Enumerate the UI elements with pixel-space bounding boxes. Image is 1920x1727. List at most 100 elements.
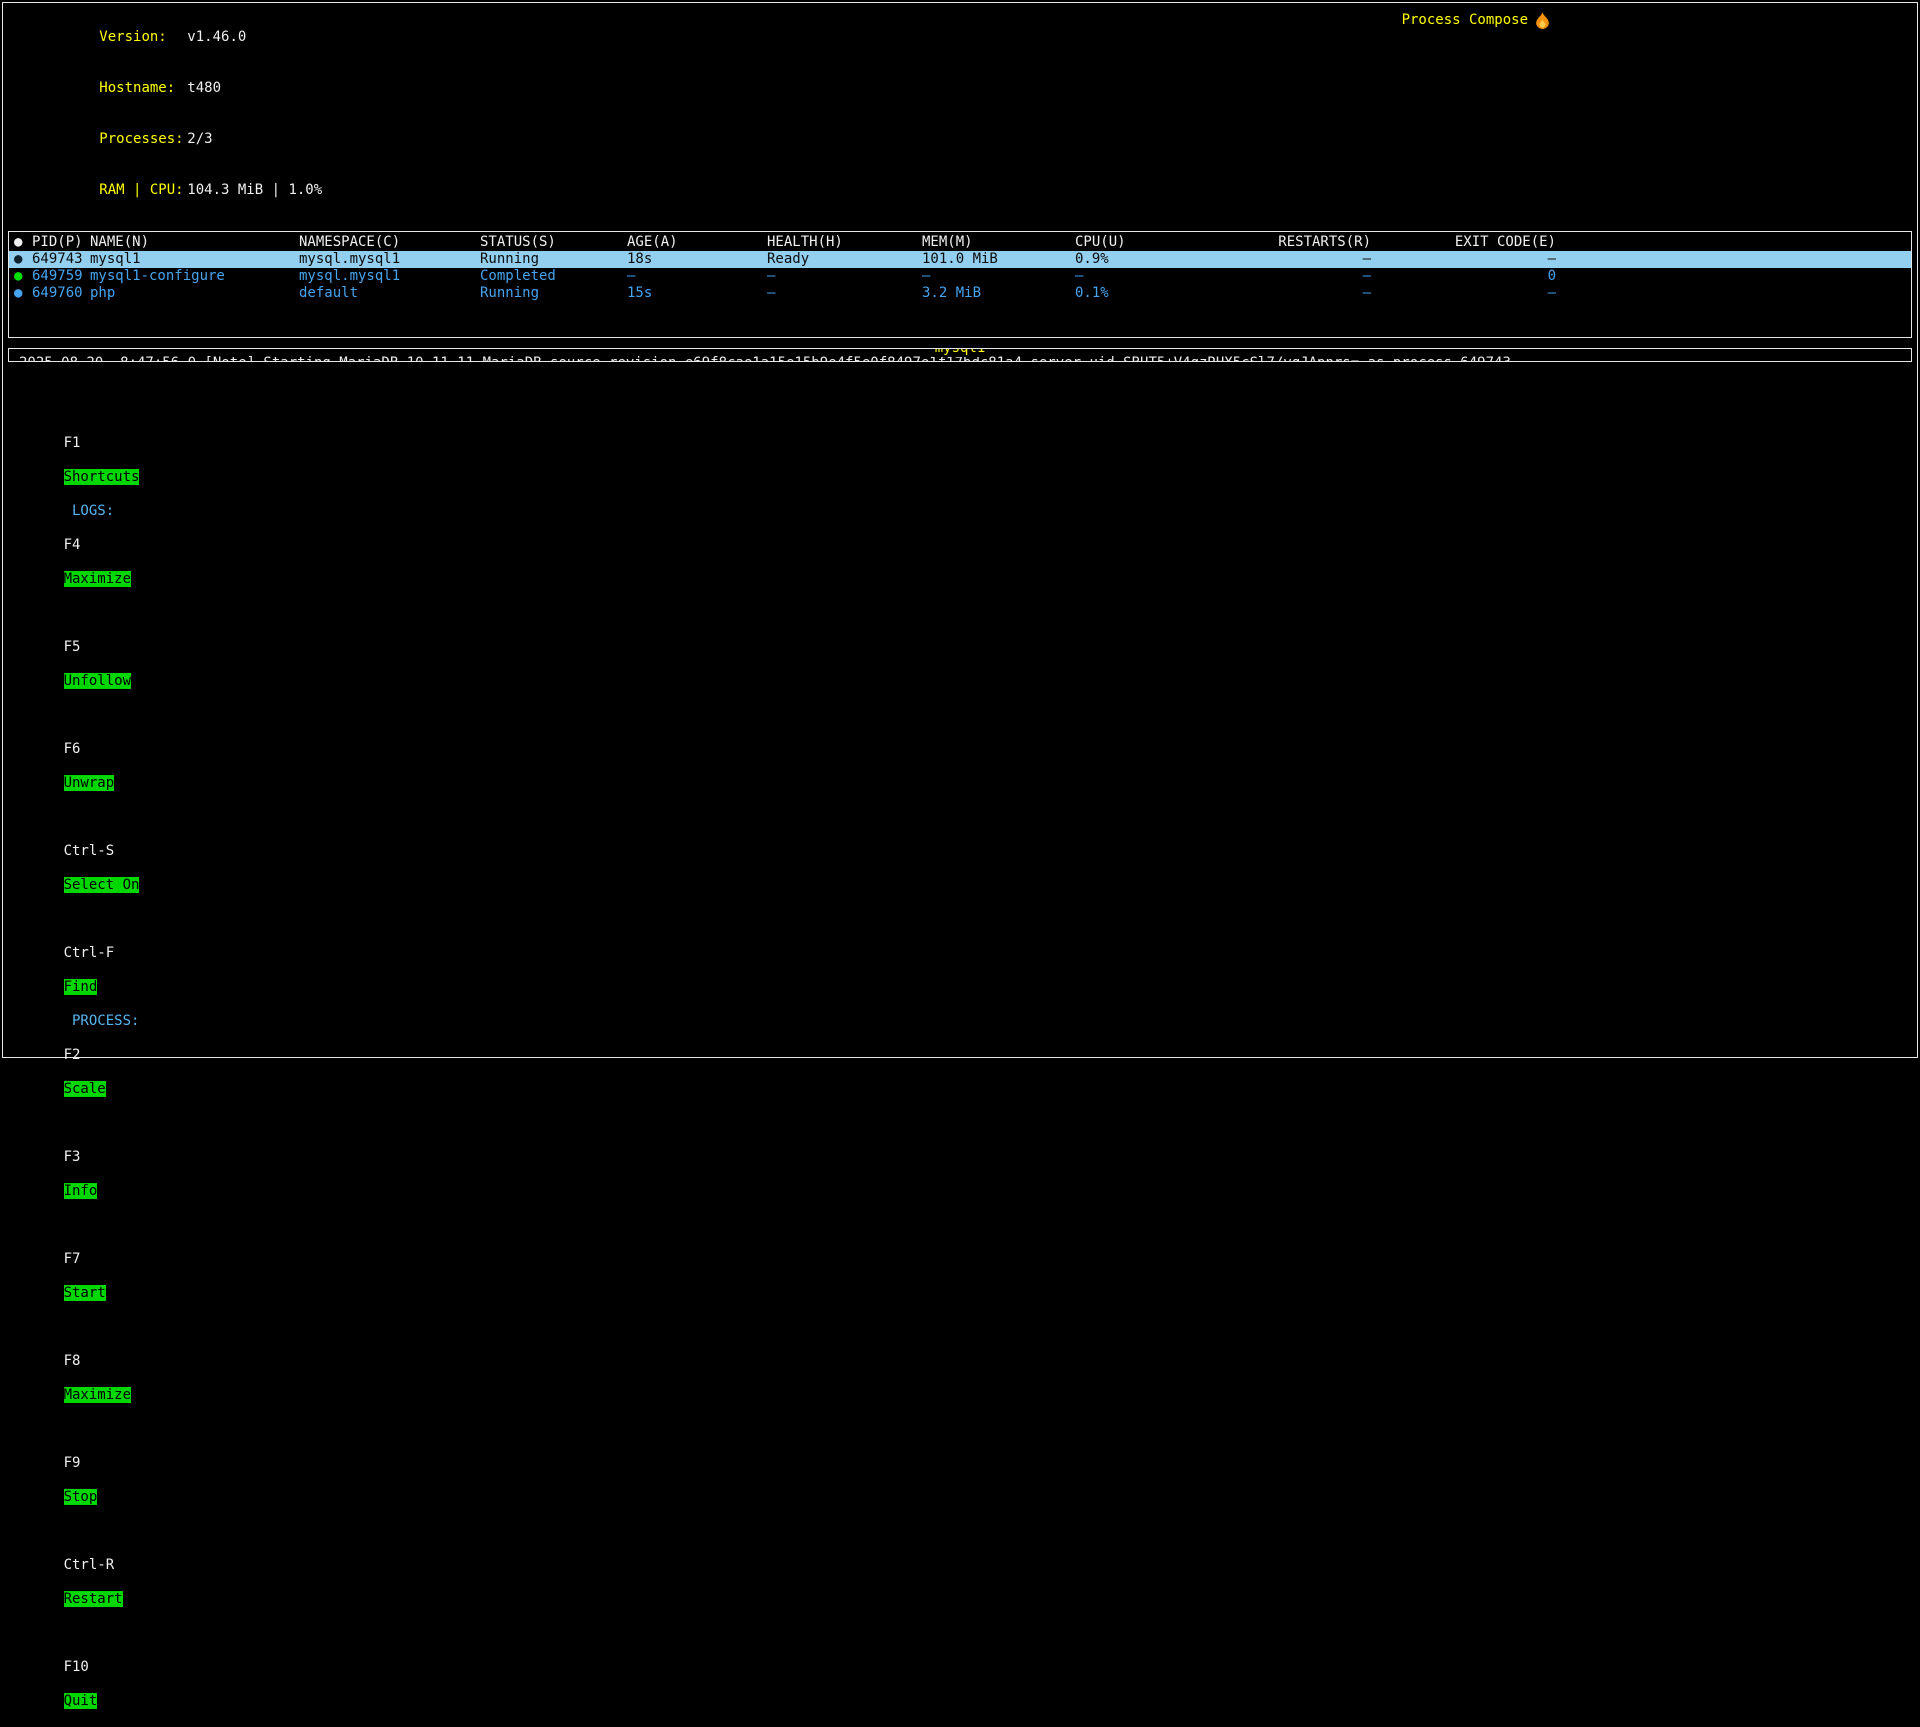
header-value: 104.3 MiB | 1.0% — [187, 182, 322, 198]
statusbar-segment: F5 — [64, 639, 81, 655]
header-value: v1.46.0 — [187, 29, 246, 45]
statusbar-segment — [64, 1523, 72, 1539]
statusbar-segment — [64, 707, 72, 723]
cell-status: Running — [480, 285, 627, 302]
header-info-row: RAM | CPU:104.3 MiB | 1.0% — [15, 165, 1905, 216]
header-value: t480 — [187, 80, 221, 96]
header-value: 2/3 — [187, 131, 212, 147]
statusbar-segment — [64, 1421, 72, 1437]
cell-exit-code: – — [1371, 251, 1556, 268]
header-info: Version:v1.46.0 Hostname:t480 Processes:… — [15, 12, 1905, 216]
cell-health: Ready — [767, 251, 922, 268]
process-status-dot: ● — [14, 251, 32, 268]
header-label: RAM | CPU: — [99, 182, 187, 199]
column-header-name[interactable]: NAME(N) — [90, 234, 299, 251]
cell-age: – — [627, 268, 767, 285]
process-table-body: ● 649743 mysql1 mysql.mysql1 Running 18s… — [9, 251, 1911, 302]
statusbar-segment — [64, 911, 72, 927]
statusbar-segment[interactable]: Unwrap — [64, 775, 115, 791]
statusbar-segment — [64, 809, 72, 825]
statusbar-segment: Ctrl-F — [64, 945, 115, 961]
cell-name: php — [90, 285, 299, 302]
cell-status: Completed — [480, 268, 627, 285]
header-label: Hostname: — [99, 80, 187, 97]
app-title: Process Compose — [1402, 12, 1528, 29]
cell-restarts: – — [1205, 251, 1371, 268]
column-header-age[interactable]: AGE(A) — [627, 234, 767, 251]
statusbar-segment: LOGS: — [64, 503, 123, 519]
statusbar-segment[interactable]: Select On — [64, 877, 140, 893]
column-header-health[interactable]: HEALTH(H) — [767, 234, 922, 251]
statusbar-segment[interactable]: Unfollow — [64, 673, 131, 689]
statusbar-segment[interactable]: Maximize — [64, 1387, 131, 1403]
statusbar-segment: F2 — [64, 1047, 81, 1063]
header-info-row: Version:v1.46.0 — [15, 12, 1905, 63]
statusbar-segment[interactable]: Start — [64, 1285, 106, 1301]
process-table: ● PID(P) NAME(N) NAMESPACE(C) STATUS(S) … — [8, 231, 1912, 338]
cell-health: – — [767, 268, 922, 285]
cell-exit-code: 0 — [1371, 268, 1556, 285]
statusbar-segment[interactable]: Maximize — [64, 571, 131, 587]
flame-icon — [1535, 12, 1550, 29]
cell-mem: 101.0 MiB — [922, 251, 1075, 268]
statusbar-segment: F3 — [64, 1149, 81, 1165]
statusbar-segment[interactable]: Quit — [64, 1693, 98, 1709]
statusbar-segment: PROCESS: — [64, 1013, 148, 1029]
statusbar-segment[interactable]: Scale — [64, 1081, 106, 1097]
process-row[interactable]: ● 649743 mysql1 mysql.mysql1 Running 18s… — [9, 251, 1911, 268]
status-bar: F1 Shortcuts LOGS: F4 Maximize F5 Unfoll… — [13, 384, 1917, 1727]
cell-cpu: 0.1% — [1075, 285, 1205, 302]
statusbar-segment — [64, 1319, 72, 1335]
cell-cpu: – — [1075, 268, 1205, 285]
cell-exit-code: – — [1371, 285, 1556, 302]
column-header-status[interactable]: STATUS(S) — [480, 234, 627, 251]
statusbar-segment[interactable]: Shortcuts — [64, 469, 140, 485]
log-title: mysql1 — [932, 348, 989, 357]
statusbar-segment — [64, 1115, 72, 1131]
app-header: Version:v1.46.0 Hostname:t480 Processes:… — [3, 3, 1917, 231]
cell-health: – — [767, 285, 922, 302]
cell-pid: 649743 — [32, 251, 90, 268]
header-info-row: Hostname:t480 — [15, 63, 1905, 114]
cell-mem: – — [922, 268, 1075, 285]
header-info-row: Processes:2/3 — [15, 114, 1905, 165]
statusbar-segment[interactable]: Restart — [64, 1591, 123, 1607]
column-header-exit-code[interactable]: EXIT CODE(E) — [1371, 234, 1556, 251]
statusbar-segment: F7 — [64, 1251, 81, 1267]
statusbar-segment[interactable]: Info — [64, 1183, 98, 1199]
app-brand: Process Compose — [1402, 12, 1550, 29]
column-header-dot: ● — [14, 234, 32, 251]
cell-restarts: – — [1205, 285, 1371, 302]
log-panel[interactable]: mysql1 2025-08-20 8:47:56 0 [Note] Start… — [8, 348, 1912, 362]
statusbar-segment: F9 — [64, 1455, 81, 1471]
cell-pid: 649760 — [32, 285, 90, 302]
cell-restarts: – — [1205, 268, 1371, 285]
header-label: Processes: — [99, 131, 187, 148]
statusbar-segment: Ctrl-S — [64, 843, 115, 859]
process-table-header: ● PID(P) NAME(N) NAMESPACE(C) STATUS(S) … — [9, 234, 1911, 251]
statusbar-segment: F1 — [64, 435, 81, 451]
process-status-dot: ● — [14, 268, 32, 285]
cell-namespace: mysql.mysql1 — [299, 268, 480, 285]
column-header-cpu[interactable]: CPU(U) — [1075, 234, 1205, 251]
column-header-mem[interactable]: MEM(M) — [922, 234, 1075, 251]
cell-cpu: 0.9% — [1075, 251, 1205, 268]
column-header-restarts[interactable]: RESTARTS(R) — [1205, 234, 1371, 251]
statusbar-segment: Ctrl-R — [64, 1557, 115, 1573]
cell-pid: 649759 — [32, 268, 90, 285]
cell-status: Running — [480, 251, 627, 268]
statusbar-segment — [64, 605, 72, 621]
statusbar-segment: F8 — [64, 1353, 81, 1369]
column-header-pid[interactable]: PID(P) — [32, 234, 90, 251]
cell-name: mysql1 — [90, 251, 299, 268]
statusbar-segment — [64, 1217, 72, 1233]
cell-mem: 3.2 MiB — [922, 285, 1075, 302]
column-header-namespace[interactable]: NAMESPACE(C) — [299, 234, 480, 251]
statusbar-segment: F10 — [64, 1659, 89, 1675]
header-label: Version: — [99, 29, 187, 46]
process-row[interactable]: ● 649760 php default Running 15s – 3.2 M… — [9, 285, 1911, 302]
statusbar-segment — [64, 1625, 72, 1641]
statusbar-segment[interactable]: Stop — [64, 1489, 98, 1505]
process-row[interactable]: ● 649759 mysql1-configure mysql.mysql1 C… — [9, 268, 1911, 285]
statusbar-segment[interactable]: Find — [64, 979, 98, 995]
